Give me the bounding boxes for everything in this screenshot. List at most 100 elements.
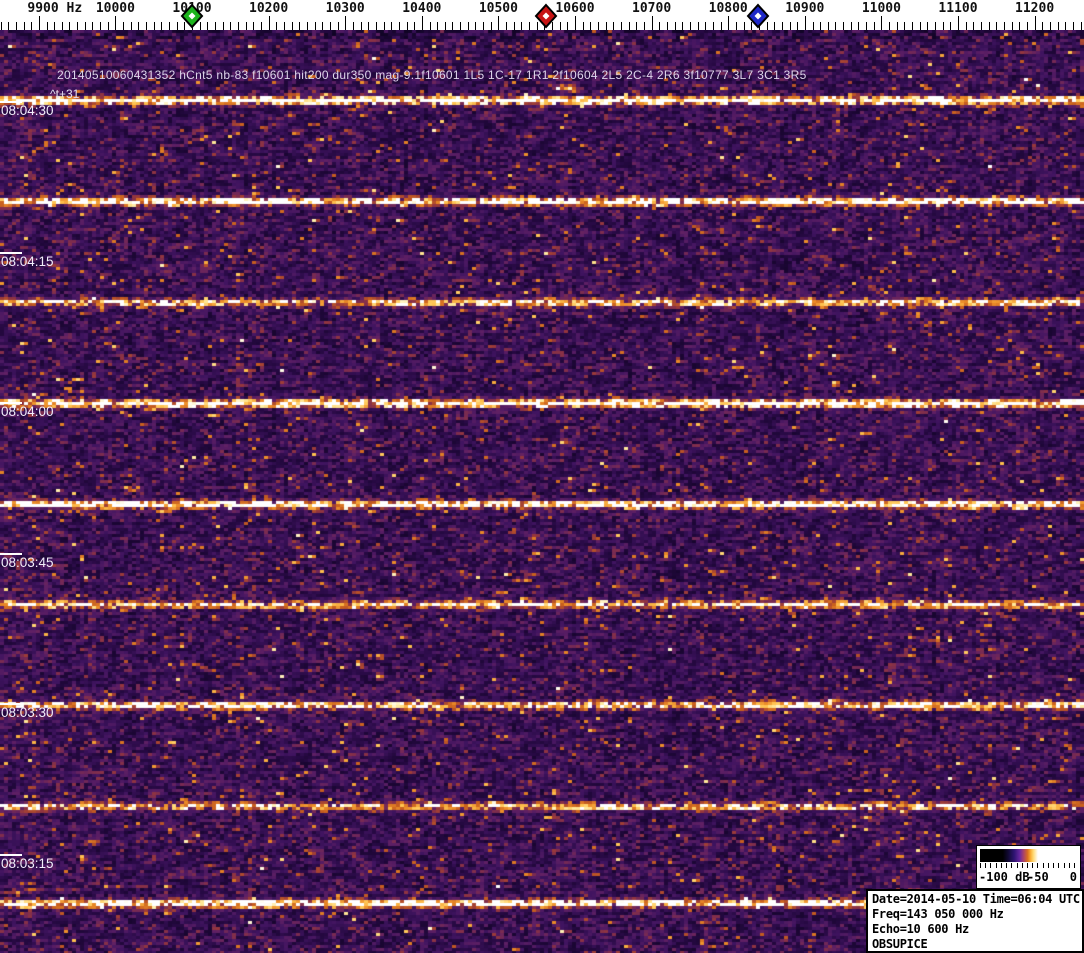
blue-marker[interactable] xyxy=(745,3,771,34)
ruler-minor-tick xyxy=(146,22,147,30)
colorbar-label-mid: -50 xyxy=(1027,870,1049,884)
colorbar-tick xyxy=(1016,863,1018,868)
ruler-minor-tick xyxy=(950,22,952,30)
colorbar-tick xyxy=(980,863,981,868)
ruler-minor-tick xyxy=(414,22,416,30)
frequency-ruler[interactable]: 9900 Hz100001010010200103001040010500106… xyxy=(0,0,1084,30)
ruler-minor-tick xyxy=(238,22,239,30)
ruler-minor-tick xyxy=(912,22,913,30)
colorbar-tick xyxy=(1006,863,1008,868)
ruler-minor-tick xyxy=(483,22,485,30)
ruler-minor-tick xyxy=(92,22,94,30)
ruler-minor-tick xyxy=(253,22,255,30)
ruler-minor-tick xyxy=(0,22,2,30)
ruler-minor-tick xyxy=(467,22,469,30)
colorbar-tick xyxy=(1047,863,1049,868)
ruler-minor-tick xyxy=(61,22,63,30)
spectrogram-canvas[interactable] xyxy=(0,30,1084,953)
colorbar-tick xyxy=(1037,863,1039,868)
info-station: OBSUPICE xyxy=(872,937,928,951)
ruler-minor-tick xyxy=(161,22,163,30)
ruler-minor-tick xyxy=(31,22,33,30)
ruler-tick-label: 10600 xyxy=(555,1,595,16)
ruler-minor-tick xyxy=(283,22,285,30)
ruler-minor-tick xyxy=(827,22,829,30)
ruler-minor-tick xyxy=(820,22,822,30)
ruler-minor-tick xyxy=(398,22,400,30)
ruler-minor-tick xyxy=(169,22,170,30)
time-label: 08:03:45 xyxy=(1,555,54,570)
colorbar-label-max: 0 xyxy=(1069,870,1077,884)
colorbar-tick xyxy=(990,863,992,868)
colorbar-tick xyxy=(1068,863,1070,868)
ruler-minor-tick xyxy=(490,22,492,30)
ruler-minor-tick xyxy=(866,22,868,30)
spectrogram-app-window: 9900 Hz100001010010200103001040010500106… xyxy=(0,0,1084,953)
ruler-minor-tick xyxy=(130,22,132,30)
colorbar-tick xyxy=(1011,863,1013,868)
ruler-minor-tick xyxy=(46,22,48,30)
ruler-minor-tick xyxy=(605,22,607,30)
ruler-minor-tick xyxy=(981,22,982,30)
colorbar-tick xyxy=(1058,863,1060,868)
ruler-minor-tick xyxy=(666,22,668,30)
ruler-minor-tick xyxy=(123,22,125,30)
ruler-tick-label: 10400 xyxy=(402,1,442,16)
ruler-minor-tick xyxy=(973,22,975,30)
ruler-minor-tick xyxy=(337,22,339,30)
ruler-minor-tick xyxy=(452,22,454,30)
green-marker[interactable] xyxy=(179,3,205,34)
ruler-minor-tick xyxy=(965,22,967,30)
ruler-major-tick xyxy=(345,16,347,30)
ruler-tick-label: 9900 Hz xyxy=(27,1,83,16)
ruler-major-tick xyxy=(498,16,500,30)
ruler-minor-tick xyxy=(781,22,783,30)
ruler-tick-label: 10700 xyxy=(632,1,672,16)
colorbar-tick xyxy=(1074,863,1075,868)
ruler-minor-tick xyxy=(222,22,224,30)
ruler-minor-tick xyxy=(935,22,936,30)
ruler-minor-tick xyxy=(628,22,630,30)
ruler-minor-tick xyxy=(521,22,523,30)
ruler-minor-tick xyxy=(720,22,722,30)
ruler-minor-tick xyxy=(153,22,155,30)
time-label: 08:04:00 xyxy=(1,404,54,419)
ruler-minor-tick xyxy=(375,22,377,30)
time-label: 08:04:15 xyxy=(1,254,54,269)
colorbar-label-min: -100 dB xyxy=(979,870,1030,884)
ruler-minor-tick xyxy=(567,22,569,30)
time-label: 08:03:30 xyxy=(1,705,54,720)
ruler-minor-tick xyxy=(1065,22,1067,30)
time-label: 08:03:15 xyxy=(1,856,54,871)
ruler-minor-tick xyxy=(1049,22,1051,30)
colorbar-tick xyxy=(1063,863,1065,868)
green-marker-diamond-icon xyxy=(180,3,204,29)
ruler-minor-tick xyxy=(797,22,799,30)
ruler-minor-tick xyxy=(1019,22,1021,30)
ruler-minor-tick xyxy=(735,22,737,30)
ruler-minor-tick xyxy=(299,22,301,30)
red-marker-diamond-icon xyxy=(534,3,558,29)
colorbar-gradient xyxy=(980,849,1075,862)
ruler-major-tick xyxy=(651,16,653,30)
ruler-minor-tick xyxy=(812,22,814,30)
ruler-minor-tick xyxy=(429,22,431,30)
red-marker[interactable] xyxy=(533,3,559,34)
colorbar-tick xyxy=(985,863,987,868)
colorbar-tick xyxy=(1032,863,1034,868)
ruler-minor-tick xyxy=(77,22,79,30)
ruler-major-tick xyxy=(958,16,959,30)
ruler-minor-tick xyxy=(260,22,262,30)
ruler-minor-tick xyxy=(506,22,508,30)
ruler-tick-label: 10300 xyxy=(325,1,365,16)
ruler-major-tick xyxy=(881,16,883,30)
ruler-minor-tick xyxy=(850,22,852,30)
info-date-time: Date=2014-05-10 Time=06:04 UTC xyxy=(872,892,1080,906)
colorbar-tick xyxy=(1027,863,1028,868)
colorbar-tick xyxy=(1021,863,1023,868)
ruler-minor-tick xyxy=(712,22,714,30)
ruler-minor-tick xyxy=(1004,22,1005,30)
time-label: 08:04:30 xyxy=(1,103,54,118)
ruler-major-tick xyxy=(115,16,117,30)
info-echo: Echo=10 600 Hz xyxy=(872,922,969,936)
